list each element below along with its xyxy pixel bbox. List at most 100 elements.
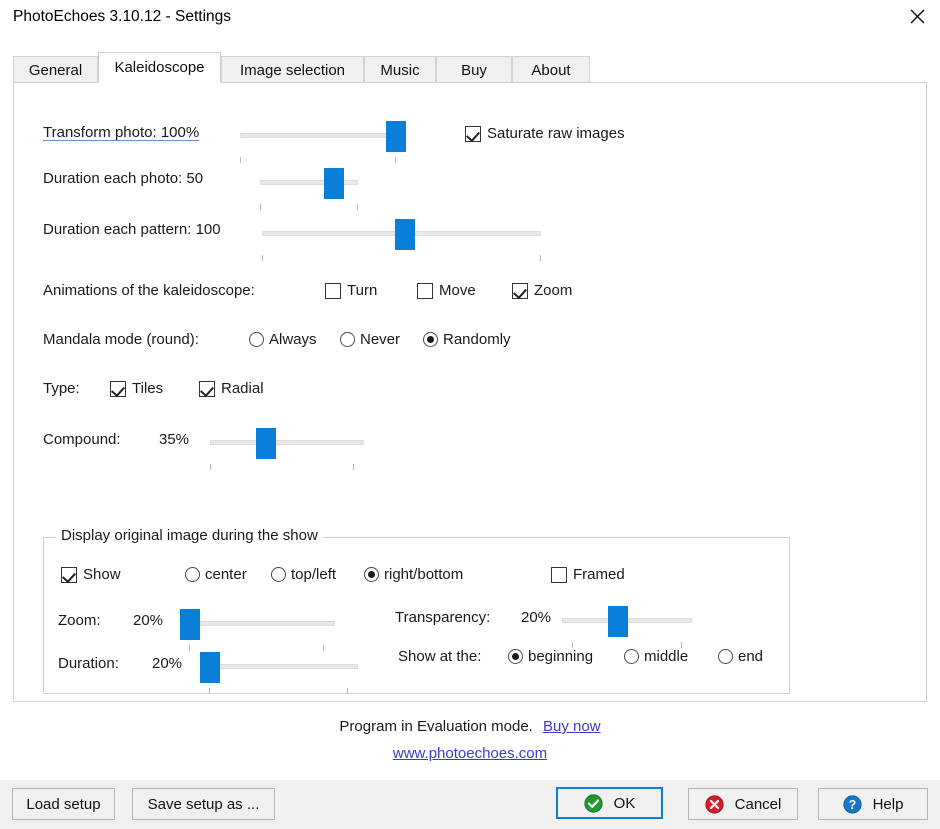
slider-tick: [240, 157, 241, 163]
radio-box[interactable]: [508, 649, 523, 664]
radio-label: end: [738, 648, 764, 665]
ok-button[interactable]: OK: [556, 787, 663, 819]
display-duration-label: Duration:: [58, 655, 119, 672]
button-label: Cancel: [734, 795, 782, 813]
slider-thumb[interactable]: [608, 606, 628, 637]
mandala-randomly-radio[interactable]: Randomly: [423, 331, 511, 348]
radio-box[interactable]: [624, 649, 639, 664]
tab-kaleidoscope[interactable]: Kaleidoscope: [98, 52, 221, 83]
help-icon: ?: [842, 794, 862, 814]
display-original-image-group-title: Display original image during the show: [56, 527, 323, 544]
mandala-always-radio[interactable]: Always: [249, 331, 317, 348]
animation-turn-checkbox[interactable]: Turn: [325, 282, 377, 299]
tab-label: Music: [380, 61, 420, 79]
slider-track[interactable]: [180, 621, 335, 626]
checkbox-label: Zoom: [534, 282, 573, 299]
show-at-middle-radio[interactable]: middle: [624, 648, 688, 665]
show-at-beginning-radio[interactable]: beginning: [508, 648, 593, 665]
button-label: Save setup as ...: [147, 795, 260, 813]
slider-track[interactable]: [210, 440, 364, 445]
slider-thumb[interactable]: [324, 168, 344, 199]
checkbox-label: Show: [83, 566, 121, 583]
radio-label: top/left: [291, 566, 337, 583]
slider-tick: [347, 688, 348, 694]
tab-about[interactable]: About: [512, 56, 590, 83]
saturate-raw-images-checkbox[interactable]: Saturate raw images: [465, 125, 625, 142]
radio-label: beginning: [528, 648, 594, 665]
checkbox-box[interactable]: [110, 380, 126, 397]
slider-track[interactable]: [240, 133, 396, 138]
display-show-checkbox[interactable]: Show: [61, 566, 121, 583]
display-position-topleft-radio[interactable]: top/left: [271, 566, 336, 583]
type-label: Type:: [43, 380, 80, 397]
duration-each-pattern-label: Duration each pattern: 100: [43, 221, 221, 238]
checkbox-label: Move: [439, 282, 476, 299]
radio-box[interactable]: [423, 332, 438, 347]
checkbox-box[interactable]: [417, 282, 433, 299]
display-position-center-radio[interactable]: center: [185, 566, 247, 583]
tab-image-selection[interactable]: Image selection: [221, 56, 364, 83]
ok-icon: [584, 793, 603, 813]
tab-music[interactable]: Music: [364, 56, 436, 83]
buy-now-link[interactable]: Buy now: [543, 718, 601, 735]
display-zoom-value: 20%: [133, 612, 164, 629]
checkbox-box[interactable]: [325, 282, 341, 299]
svg-text:?: ?: [848, 798, 856, 812]
title-bar: PhotoEchoes 3.10.12 - Settings: [0, 0, 940, 38]
radio-box[interactable]: [364, 567, 379, 582]
mandala-never-radio[interactable]: Never: [340, 331, 400, 348]
display-framed-checkbox[interactable]: Framed: [551, 566, 625, 583]
slider-thumb[interactable]: [200, 652, 220, 683]
show-at-the-label: Show at the:: [398, 648, 482, 665]
cancel-button[interactable]: Cancel: [688, 788, 798, 820]
help-button[interactable]: ? Help: [818, 788, 928, 820]
slider-tick: [357, 204, 358, 210]
checkbox-box[interactable]: [465, 125, 481, 142]
tab-label: Buy: [461, 61, 487, 79]
checkbox-box[interactable]: [512, 282, 528, 299]
slider-tick: [209, 688, 210, 694]
slider-track[interactable]: [200, 664, 358, 669]
button-label: Load setup: [26, 795, 101, 813]
checkbox-box[interactable]: [551, 566, 567, 583]
display-position-rightbottom-radio[interactable]: right/bottom: [364, 566, 463, 583]
save-setup-as-button[interactable]: Save setup as ...: [132, 788, 275, 820]
slider-tick: [262, 255, 263, 261]
website-link[interactable]: www.photoechoes.com: [393, 745, 547, 762]
display-duration-value: 20%: [152, 655, 183, 672]
slider-tick: [189, 645, 190, 651]
slider-thumb[interactable]: [180, 609, 200, 640]
radio-box[interactable]: [718, 649, 733, 664]
radio-box[interactable]: [340, 332, 355, 347]
tab-label: Image selection: [239, 61, 346, 79]
radio-box[interactable]: [271, 567, 286, 582]
show-at-end-radio[interactable]: end: [718, 648, 763, 665]
radio-label: Always: [269, 331, 317, 348]
slider-tick: [395, 157, 396, 163]
checkbox-label: Framed: [573, 566, 625, 583]
type-radial-checkbox[interactable]: Radial: [199, 380, 264, 397]
tab-label: About: [531, 61, 571, 79]
slider-thumb[interactable]: [256, 428, 276, 459]
display-zoom-label: Zoom:: [58, 612, 101, 629]
type-tiles-checkbox[interactable]: Tiles: [110, 380, 163, 397]
slider-thumb[interactable]: [386, 121, 406, 152]
slider-thumb[interactable]: [395, 219, 415, 250]
radio-box[interactable]: [249, 332, 264, 347]
load-setup-button[interactable]: Load setup: [12, 788, 115, 820]
tab-label: General: [28, 61, 83, 79]
close-button[interactable]: [894, 0, 940, 32]
animation-zoom-checkbox[interactable]: Zoom: [512, 282, 572, 299]
radio-label: middle: [644, 648, 689, 665]
button-label: OK: [613, 794, 636, 812]
tab-strip: General Kaleidoscope Image selection Mus…: [13, 52, 927, 83]
radio-box[interactable]: [185, 567, 200, 582]
tab-buy[interactable]: Buy: [436, 56, 512, 83]
close-icon: [910, 9, 924, 23]
tab-general[interactable]: General: [13, 56, 98, 83]
checkbox-box[interactable]: [61, 566, 77, 583]
checkbox-box[interactable]: [199, 380, 215, 397]
transform-photo-label: Transform photo: 100%: [43, 124, 200, 141]
animation-move-checkbox[interactable]: Move: [417, 282, 476, 299]
cancel-icon: [705, 794, 724, 814]
